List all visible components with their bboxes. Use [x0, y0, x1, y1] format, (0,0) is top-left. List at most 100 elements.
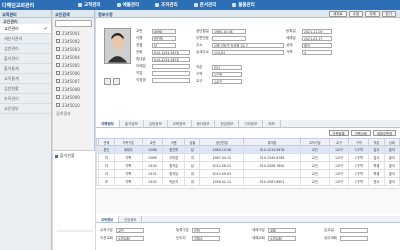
add-family-button[interactable]: 가족등록 — [328, 130, 349, 136]
col-header[interactable]: 관계 — [98, 138, 115, 146]
tab-faith-info[interactable]: 신앙정보 — [119, 216, 143, 222]
checkbox[interactable] — [56, 39, 60, 43]
change-head-button[interactable]: 세대주변경 — [372, 130, 396, 136]
col-header[interactable]: 성별 — [184, 138, 201, 146]
table-cell: 010-3456-7890 — [243, 161, 302, 170]
edit-button[interactable]: 수정 — [348, 11, 364, 17]
member-photo[interactable] — [104, 28, 131, 64]
upload-photo-icon[interactable] — [104, 78, 111, 85]
table-cell: 1구역 — [348, 145, 370, 154]
table-row[interactable]: 자 가족 0100 한지호 남 2012-06-21 010-3456-7890 교인 1교구 1… — [95, 161, 400, 170]
table-cell: 1구역 — [348, 161, 370, 170]
tab-family[interactable]: 가족정보 — [96, 120, 120, 127]
tab-education[interactable]: 교육정보 — [168, 120, 192, 127]
col-header[interactable]: 가족구분 — [113, 138, 143, 146]
table-row[interactable]: 녀 가족 0101 한지유 여 2015-09-03 교인 1교구 1구역 학생 출석 — [95, 169, 400, 178]
new-button[interactable]: 새자료 — [328, 11, 347, 17]
table-cell: 출석 — [383, 169, 400, 178]
table-cell: 본인 — [98, 145, 115, 154]
menu-item-3[interactable]: 문서관리 — [193, 2, 216, 8]
col-header[interactable]: 교적구분 — [300, 138, 330, 146]
delete-photo-icon[interactable] — [113, 78, 120, 85]
member-form: 교번 0098 이름 한진혁 성별 남 전화 010-1234-5678 휴대폰 010-… — [136, 24, 396, 116]
table-cell: 010-4567-8901 — [243, 177, 302, 186]
menu-item-2[interactable]: 조직관리 — [155, 2, 178, 8]
menu-item-1[interactable]: 예물관리 — [116, 2, 139, 8]
table-cell: 1985-10-08 — [199, 145, 245, 154]
table-row[interactable]: 본인 세대주 0098 한진혁 남 1985-10-08 010-1234-5678 교인 1교… — [95, 145, 400, 154]
list-item[interactable]: 2345006 — [53, 69, 94, 77]
nav-item-4[interactable]: 출석통계 — [0, 64, 51, 74]
nav-item-8[interactable]: 교인명부 — [0, 104, 51, 114]
list-item[interactable]: 2345007 — [53, 77, 94, 85]
tab-offering[interactable]: 헌금정보 — [215, 120, 240, 127]
tab-service[interactable]: 봉사정보 — [192, 120, 216, 127]
tab-memo[interactable]: 메모 — [263, 120, 281, 127]
table-cell: 출석 — [383, 161, 400, 170]
tab-visit[interactable]: 심방정보 — [144, 120, 168, 127]
checkbox[interactable] — [56, 79, 60, 83]
checkbox[interactable] — [56, 103, 60, 107]
member-edit-panel: 정보수정 새자료 수정 삭제 닫기 교번 0098 이름 한진혁 성별 남 전화 010… — [95, 10, 400, 250]
col-header[interactable]: 휴대폰 — [243, 138, 302, 146]
table-cell: 권사 — [368, 177, 385, 186]
nav-item-3[interactable]: 출석관리 — [0, 54, 51, 64]
col-header[interactable]: 구역 — [348, 138, 370, 146]
field-duty: 직분 집사 — [196, 64, 242, 70]
table-row[interactable]: 모 가족 0102 박순자 여 1958-02-14 010-4567-8901 교인 1교구 1… — [95, 177, 400, 186]
field-zip: 우편번호 — [196, 35, 246, 41]
table-cell: 모 — [98, 177, 115, 186]
table-cell: 1교구 — [328, 169, 350, 178]
table-cell: 자 — [98, 161, 115, 170]
list-item[interactable]: 2345004 — [53, 53, 94, 61]
photo-buttons — [104, 78, 120, 85]
col-header[interactable]: 교번 — [141, 138, 164, 146]
tab-attendance[interactable]: 출석정보 — [120, 120, 144, 127]
chart-legend: 출석현황 — [53, 151, 95, 161]
list-item[interactable]: 2345002 — [53, 37, 94, 45]
col-header[interactable]: 직분 — [368, 138, 385, 146]
list-item[interactable]: 2345001 — [53, 29, 94, 37]
field-address: 주소 서울 강남구 도곡동 25-7 — [196, 42, 284, 48]
search-select[interactable] — [55, 20, 92, 27]
close-button[interactable]: 닫기 — [381, 11, 396, 17]
nav-item-2[interactable]: 심방관리 — [0, 44, 51, 54]
legend-swatch — [55, 154, 58, 158]
col-header[interactable]: 생년월일 — [199, 138, 245, 146]
table-row[interactable]: 처 가족 0099 이미영 여 1987-04-12 010-2345-6789 교인 1교구 1… — [95, 153, 400, 162]
checkbox[interactable] — [56, 31, 60, 35]
tab-church-info[interactable]: 교적정보 — [96, 216, 120, 222]
checkbox[interactable] — [56, 95, 60, 99]
col-header[interactable]: 교구 — [328, 138, 350, 146]
list-item[interactable]: 2345009 — [53, 93, 94, 101]
list-item[interactable]: 2345003 — [53, 45, 94, 53]
list-item[interactable]: 2345005 — [53, 61, 94, 69]
checkbox[interactable] — [56, 55, 60, 59]
nav-item-5[interactable]: 교적통계 — [0, 74, 51, 84]
field-guide: 인도자 김철수 — [176, 235, 220, 241]
checkbox[interactable] — [56, 87, 60, 91]
checkbox[interactable] — [56, 63, 60, 67]
checkbox[interactable] — [56, 71, 60, 75]
nav-item-6[interactable]: 심방현황 — [0, 84, 51, 94]
list-item[interactable]: 2345008 — [53, 85, 94, 93]
list-item[interactable]: 2345010 — [53, 101, 94, 109]
nav-item-1[interactable]: 새신자관리 — [0, 34, 51, 44]
table-cell: 교인 — [300, 153, 330, 162]
menu-item-4[interactable]: 물품관리 — [232, 2, 255, 8]
checkbox[interactable] — [56, 47, 60, 51]
menu-item-0[interactable]: 교적관리 — [78, 2, 101, 8]
table-cell: 한지유 — [162, 169, 186, 178]
col-header[interactable]: 상태 — [383, 138, 400, 146]
delete-family-button[interactable]: 가족삭제 — [350, 130, 371, 136]
delete-button[interactable]: 삭제 — [365, 11, 380, 17]
table-cell: 1교구 — [328, 145, 350, 154]
col-header[interactable]: 이름 — [162, 138, 186, 146]
field-name: 이름 한진혁 — [136, 35, 176, 41]
detail-tabs: 가족정보 출석정보 심방정보 교육정보 봉사정보 헌금정보 기타정보 메모 — [96, 120, 400, 128]
tab-etc[interactable]: 기타정보 — [239, 120, 264, 127]
nav-item-0[interactable]: 교인관리 ✔ — [0, 24, 51, 34]
field-district: 교구 1교구 — [196, 78, 242, 84]
field-infant-baptism: 유아세례 — [324, 235, 368, 241]
nav-item-7[interactable]: 조직관리 — [0, 94, 51, 104]
